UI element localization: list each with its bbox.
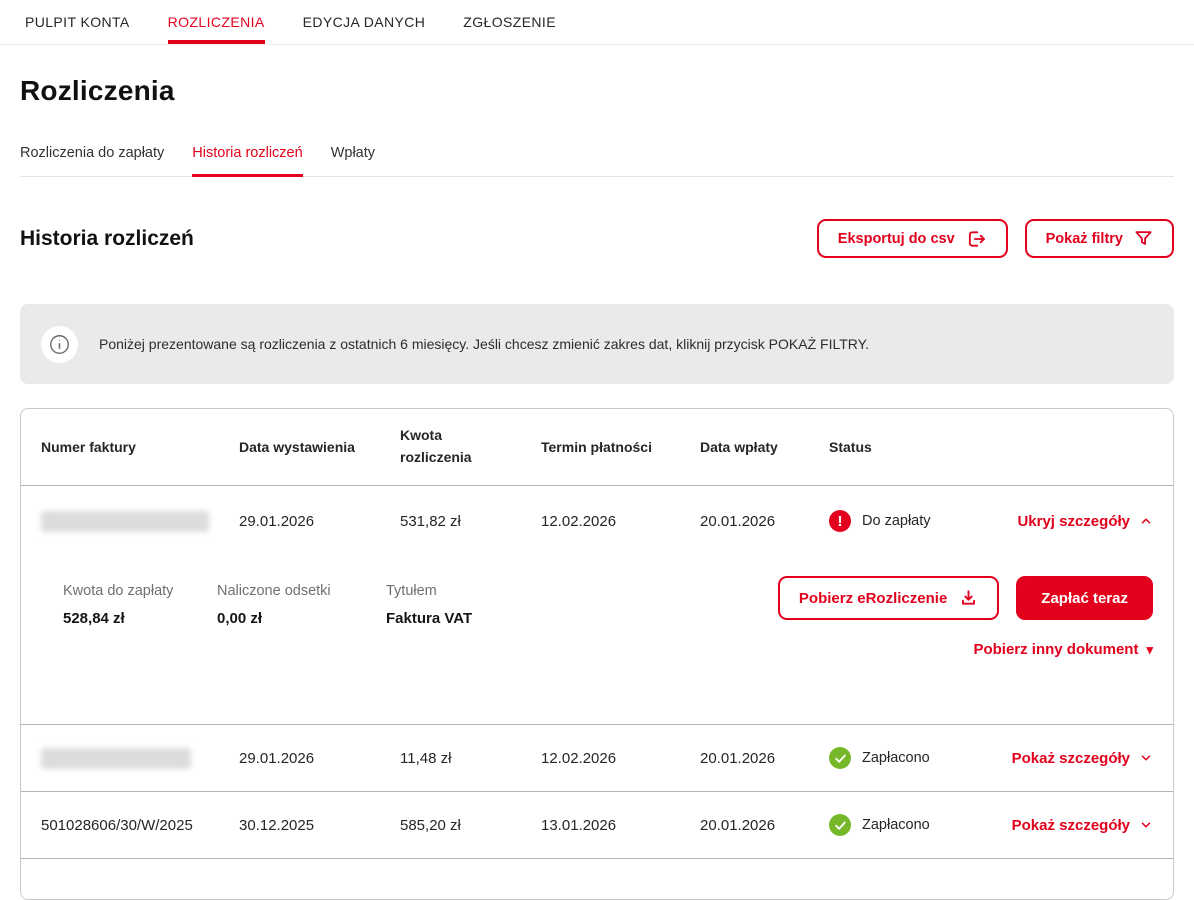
- payment-date-cell: 20.01.2026: [700, 513, 829, 530]
- download-icon: [959, 589, 978, 608]
- expanded-details-panel: Kwota do zapłaty 528,84 zł Naliczone ods…: [21, 556, 1173, 725]
- chevron-up-icon: [1139, 514, 1153, 528]
- status-label: Zapłacono: [862, 817, 930, 833]
- show-details-label: Pokaż szczegóły: [1012, 750, 1130, 767]
- unpaid-exclamation-icon: !: [829, 510, 851, 532]
- field-label: Tytułem: [386, 583, 472, 599]
- nav-item-zgloszenie[interactable]: ZGŁOSZENIE: [463, 0, 556, 44]
- download-einvoice-button[interactable]: Pobierz eRozliczenie: [778, 576, 999, 620]
- table-row: 29.01.2026 531,82 zł 12.02.2026 20.01.20…: [21, 486, 1173, 556]
- status-label: Zapłacono: [862, 750, 930, 766]
- download-other-document-link[interactable]: Pobierz inny dokument ▾: [973, 641, 1153, 658]
- field-kwota-do-zaplaty: Kwota do zapłaty 528,84 zł: [63, 583, 217, 627]
- info-icon: [41, 326, 78, 363]
- invoice-number-cell: [41, 511, 239, 532]
- due-date-cell: 12.02.2026: [541, 750, 700, 767]
- show-filters-button[interactable]: Pokaż filtry: [1025, 219, 1174, 258]
- export-csv-button[interactable]: Eksportuj do csv: [817, 219, 1008, 258]
- header-kwota-rozliczenia: Kwota rozliczenia: [400, 425, 541, 468]
- section-header: Historia rozliczeń Eksportuj do csv Poka…: [20, 219, 1174, 258]
- table-row: 29.01.2026 11,48 zł 12.02.2026 20.01.202…: [21, 725, 1173, 792]
- invoice-number-cell: [41, 748, 239, 769]
- hide-details-link[interactable]: Ukryj szczegóły: [999, 513, 1153, 530]
- header-data-wystawienia: Data wystawienia: [239, 439, 400, 455]
- issue-date-cell: 29.01.2026: [239, 513, 400, 530]
- field-tytulem: Tytułem Faktura VAT: [386, 583, 472, 627]
- export-icon: [966, 229, 987, 249]
- amount-cell: 531,82 zł: [400, 513, 541, 530]
- issue-date-cell: 30.12.2025: [239, 817, 400, 834]
- due-date-cell: 12.02.2026: [541, 513, 700, 530]
- issue-date-cell: 29.01.2026: [239, 750, 400, 767]
- expanded-actions: Pobierz eRozliczenie Zapłać teraz Pobier…: [778, 576, 1153, 658]
- table-row-partial: [21, 859, 1173, 899]
- status-label: Do zapłaty: [862, 513, 931, 529]
- billing-history-table: Numer faktury Data wystawienia Kwota roz…: [20, 408, 1174, 900]
- page-title: Rozliczenia: [20, 75, 1174, 107]
- field-value: 0,00 zł: [217, 610, 386, 627]
- export-csv-label: Eksportuj do csv: [838, 231, 955, 247]
- chevron-down-icon: [1139, 751, 1153, 765]
- show-filters-label: Pokaż filtry: [1046, 231, 1123, 247]
- tab-historia-rozliczen[interactable]: Historia rozliczeń: [192, 145, 302, 177]
- header-numer-faktury: Numer faktury: [41, 439, 239, 455]
- tab-rozliczenia-do-zaplaty[interactable]: Rozliczenia do zapłaty: [20, 145, 164, 177]
- invoice-number-redacted: [41, 511, 209, 532]
- show-details-label: Pokaż szczegóły: [1012, 817, 1130, 834]
- nav-item-rozliczenia[interactable]: ROZLICZENIA: [168, 0, 265, 44]
- status-cell: Zapłacono: [829, 814, 999, 836]
- amount-cell: 585,20 zł: [400, 817, 541, 834]
- field-naliczone-odsetki: Naliczone odsetki 0,00 zł: [217, 583, 386, 627]
- info-banner: Poniżej prezentowane są rozliczenia z os…: [20, 304, 1174, 384]
- tab-bar: Rozliczenia do zapłaty Historia rozlicze…: [20, 145, 1174, 177]
- invoice-number-redacted: [41, 748, 191, 769]
- show-details-link[interactable]: Pokaż szczegóły: [999, 750, 1153, 767]
- paid-check-icon: [829, 747, 851, 769]
- due-date-cell: 13.01.2026: [541, 817, 700, 834]
- nav-item-pulpit-konta[interactable]: PULPIT KONTA: [25, 0, 130, 44]
- dropdown-triangle-icon: ▾: [1146, 643, 1153, 656]
- download-einvoice-label: Pobierz eRozliczenie: [799, 590, 947, 607]
- info-banner-text: Poniżej prezentowane są rozliczenia z os…: [99, 336, 869, 352]
- section-buttons: Eksportuj do csv Pokaż filtry: [817, 219, 1174, 258]
- tab-wplaty[interactable]: Wpłaty: [331, 145, 375, 177]
- nav-item-edycja-danych[interactable]: EDYCJA DANYCH: [303, 0, 426, 44]
- field-value: 528,84 zł: [63, 610, 217, 627]
- download-other-document-label: Pobierz inny dokument: [973, 641, 1138, 658]
- header-data-wplaty: Data wpłaty: [700, 439, 829, 455]
- header-status: Status: [829, 439, 999, 455]
- table-header-row: Numer faktury Data wystawienia Kwota roz…: [21, 409, 1173, 486]
- header-termin-platnosci: Termin płatności: [541, 439, 700, 455]
- show-details-link[interactable]: Pokaż szczegóły: [999, 817, 1153, 834]
- hide-details-label: Ukryj szczegóły: [1017, 513, 1130, 530]
- top-navigation: PULPIT KONTA ROZLICZENIA EDYCJA DANYCH Z…: [0, 0, 1194, 45]
- field-label: Naliczone odsetki: [217, 583, 386, 599]
- pay-now-button[interactable]: Zapłać teraz: [1016, 576, 1153, 620]
- filter-icon: [1134, 229, 1153, 248]
- status-cell: Zapłacono: [829, 747, 999, 769]
- field-value: Faktura VAT: [386, 610, 472, 627]
- chevron-down-icon: [1139, 818, 1153, 832]
- payment-date-cell: 20.01.2026: [700, 817, 829, 834]
- field-label: Kwota do zapłaty: [63, 583, 217, 599]
- status-cell: ! Do zapłaty: [829, 510, 999, 532]
- amount-cell: 11,48 zł: [400, 750, 541, 767]
- page-container: Rozliczenia Rozliczenia do zapłaty Histo…: [0, 75, 1194, 900]
- table-row: 501028606/30/W/2025 30.12.2025 585,20 zł…: [21, 792, 1173, 859]
- invoice-number-cell: 501028606/30/W/2025: [41, 817, 239, 834]
- paid-check-icon: [829, 814, 851, 836]
- payment-date-cell: 20.01.2026: [700, 750, 829, 767]
- section-heading: Historia rozliczeń: [20, 227, 194, 251]
